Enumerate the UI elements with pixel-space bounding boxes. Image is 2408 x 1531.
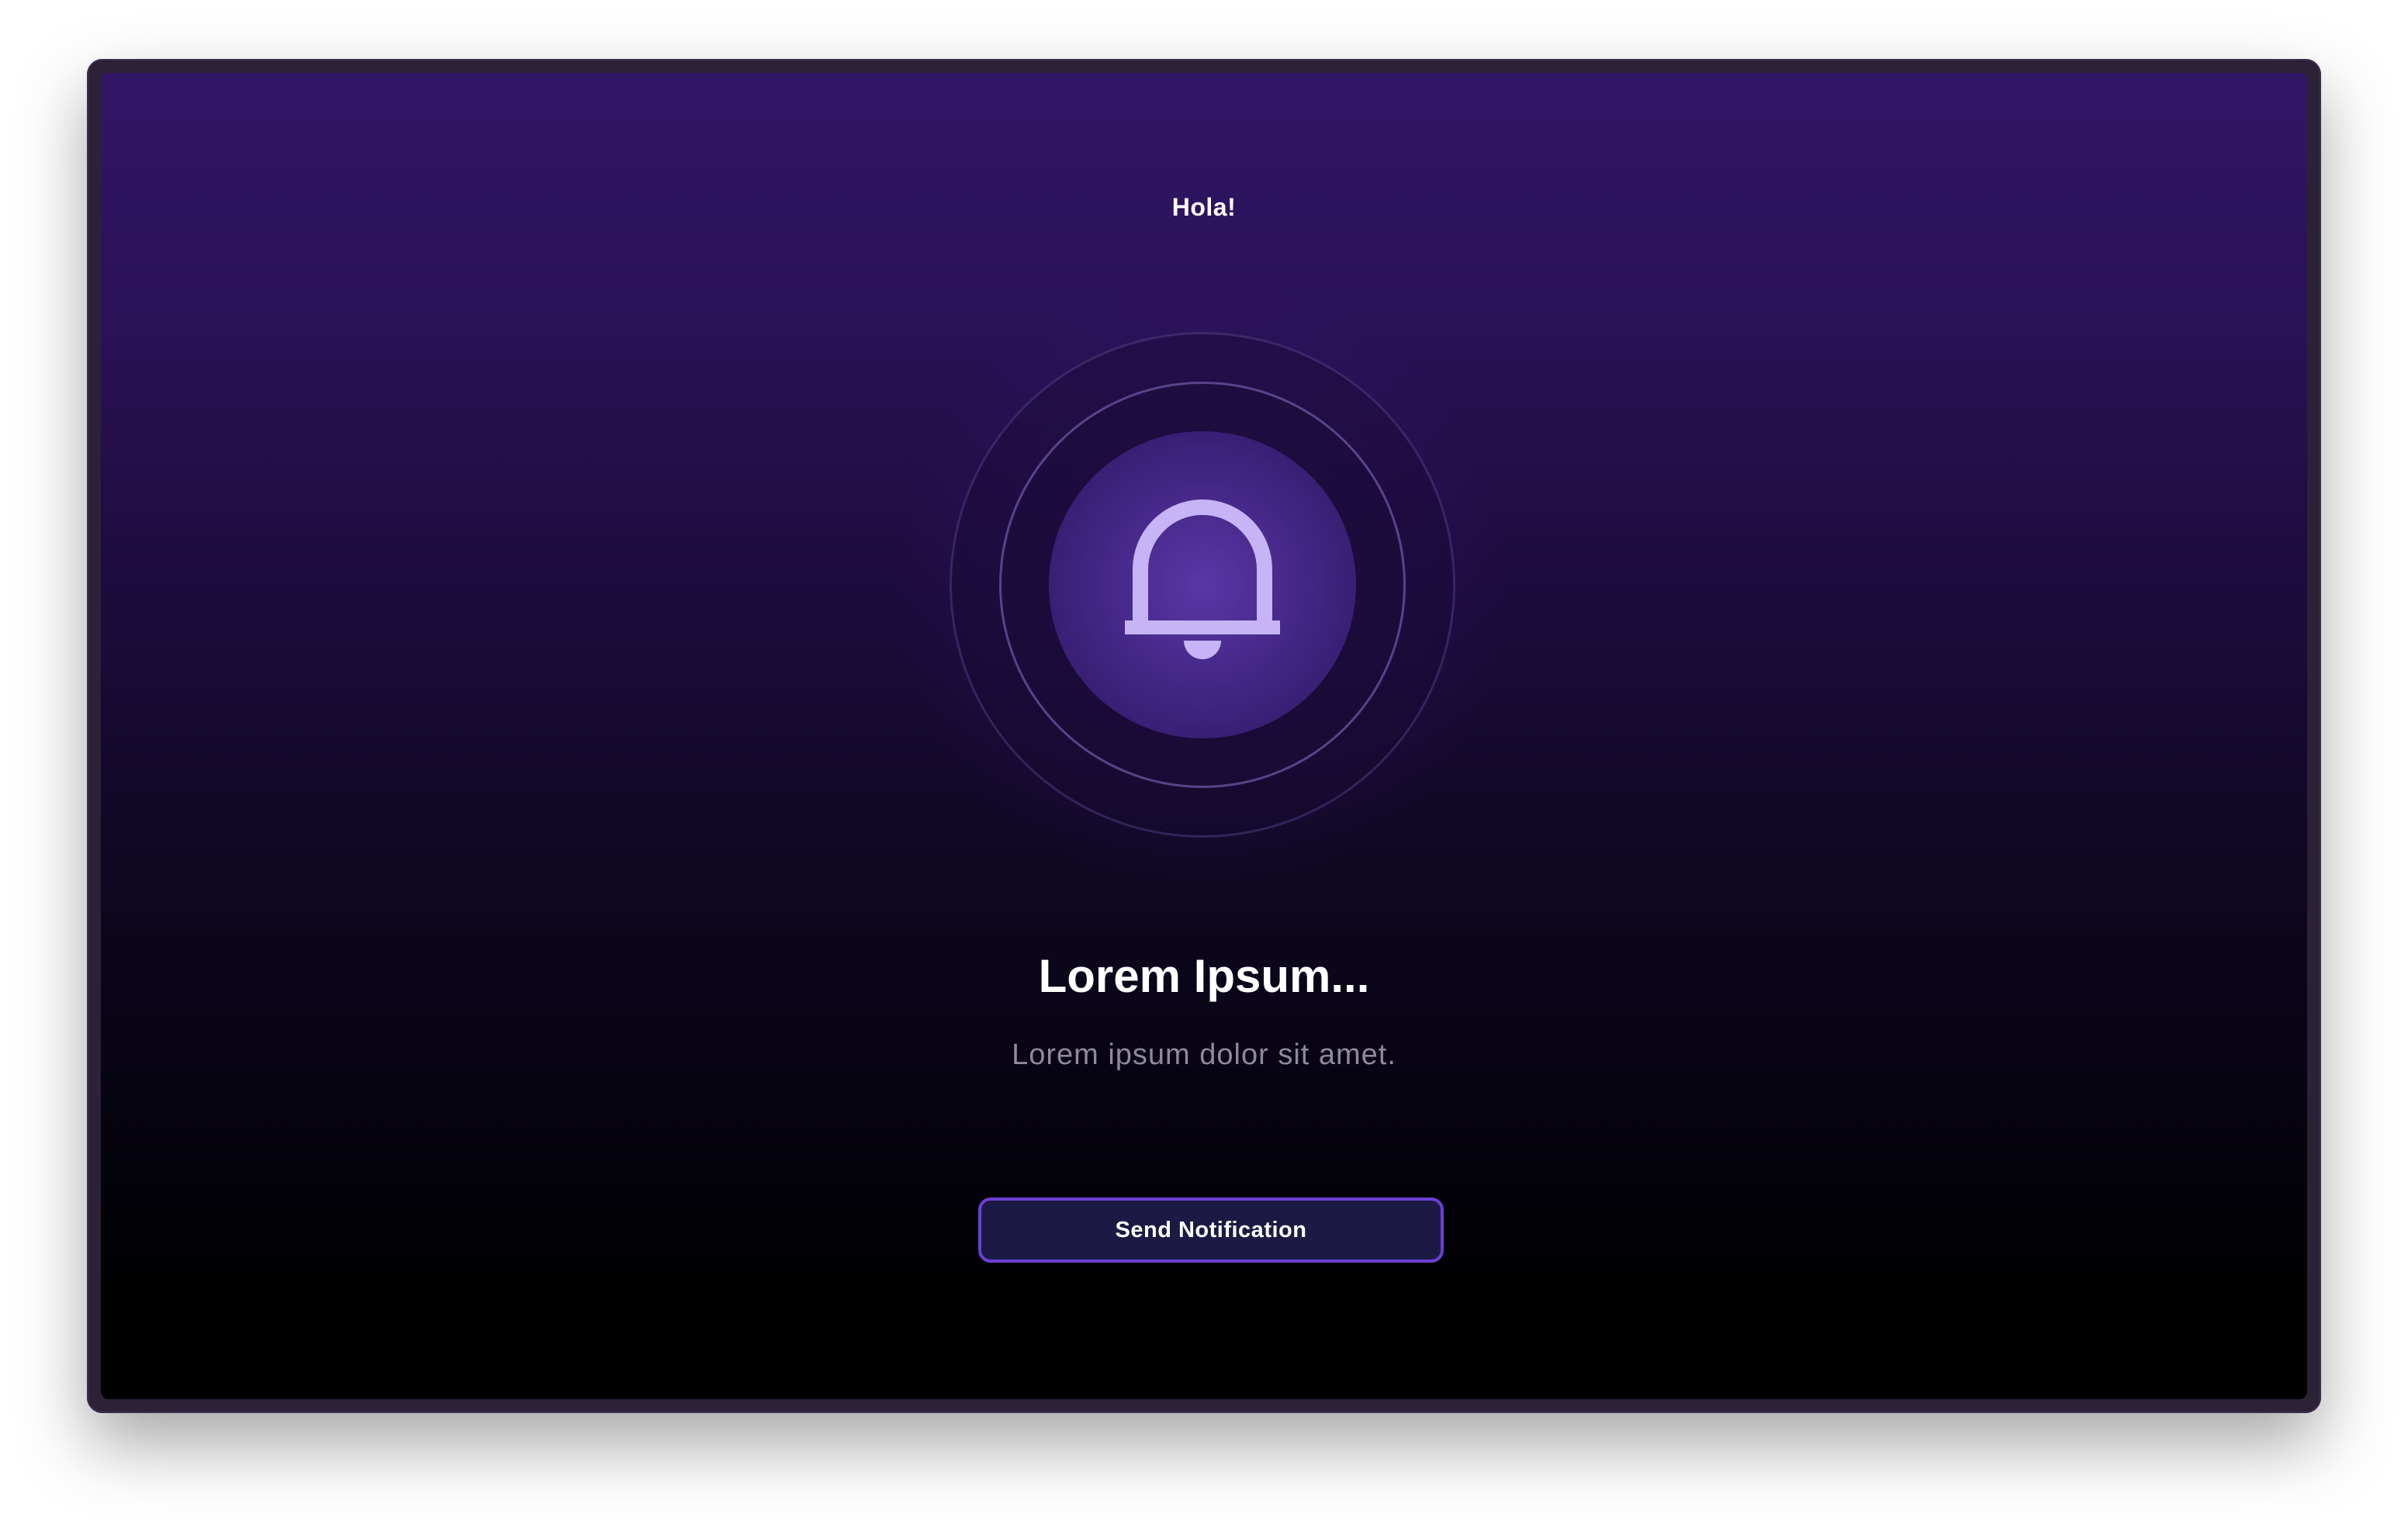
- notification-screen: Hola! Lorem Ipsum... Lorem ipsum dolor s…: [101, 73, 2307, 1399]
- device-frame: Hola! Lorem Ipsum... Lorem ipsum dolor s…: [87, 59, 2321, 1413]
- greeting-text: Hola!: [1171, 193, 1237, 221]
- page-subtitle: Lorem ipsum dolor sit amet.: [1012, 1039, 1396, 1071]
- bell-icon: [1125, 499, 1280, 659]
- send-notification-button[interactable]: Send Notification: [978, 1197, 1444, 1263]
- page-title: Lorem Ipsum...: [1038, 950, 1370, 1002]
- bell-illustration: [900, 282, 1505, 887]
